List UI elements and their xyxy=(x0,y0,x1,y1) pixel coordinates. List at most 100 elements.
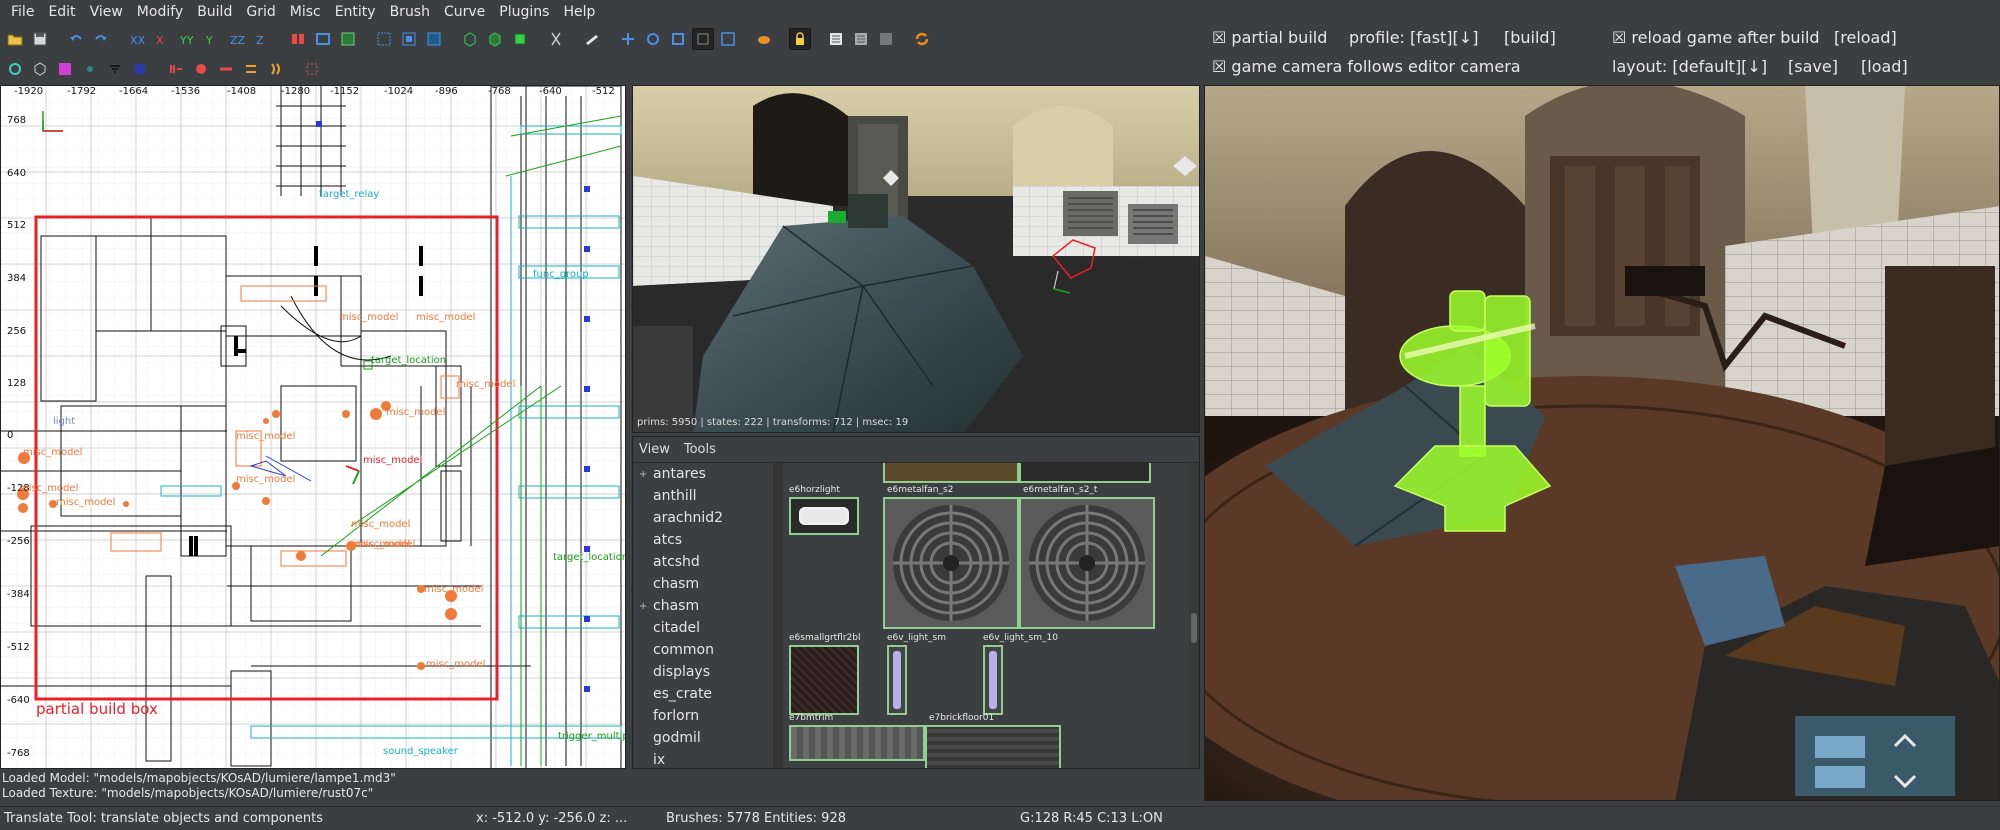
texture-lock-button[interactable] xyxy=(789,28,811,50)
texture-thumb-e7bmtrim[interactable] xyxy=(789,725,925,761)
tree-item[interactable]: common xyxy=(633,639,773,661)
texture-thumb-e6smallgrtflr2bl[interactable] xyxy=(789,645,859,715)
scrollbar-thumb[interactable] xyxy=(1191,613,1197,643)
flip-z-button[interactable]: ZZ xyxy=(226,28,248,50)
tree-item[interactable]: forlorn xyxy=(633,705,773,727)
tree-item[interactable]: godmil xyxy=(633,727,773,749)
menu-entity[interactable]: Entity xyxy=(328,4,383,20)
tree-item[interactable]: ix xyxy=(633,749,773,768)
expander-icon[interactable]: + xyxy=(639,601,647,612)
texture-thumb-e6v_light_sm_10[interactable] xyxy=(983,645,1003,715)
clipper-button[interactable] xyxy=(545,28,567,50)
menu-curve[interactable]: Curve xyxy=(437,4,492,20)
shader-button[interactable] xyxy=(54,58,76,80)
load-layout-button[interactable]: [load] xyxy=(1861,57,1908,76)
rotate-button[interactable] xyxy=(642,28,664,50)
scale-button[interactable] xyxy=(667,28,689,50)
select-inside-button[interactable] xyxy=(398,28,420,50)
save-layout-button[interactable]: [save] xyxy=(1788,57,1838,76)
texture-thumb-e6metalfan_s2_t[interactable] xyxy=(1019,497,1155,629)
brush-5-button[interactable] xyxy=(509,28,531,50)
curve-1-button[interactable] xyxy=(165,58,187,80)
texture-thumb-e6metalfan_s2[interactable] xyxy=(883,497,1019,629)
curve-3-button[interactable] xyxy=(215,58,237,80)
menu-build[interactable]: Build xyxy=(190,4,239,20)
select-button[interactable] xyxy=(373,28,395,50)
cubic-clip-button[interactable] xyxy=(79,58,101,80)
rotate-z-button[interactable]: Z xyxy=(251,28,273,50)
layout-dropdown[interactable]: layout: [default][↓] xyxy=(1612,57,1767,76)
translate-button[interactable] xyxy=(617,28,639,50)
texture-view-button[interactable] xyxy=(825,28,847,50)
hollow-button[interactable] xyxy=(337,28,359,50)
resize-button[interactable] xyxy=(692,28,714,50)
texture-thumb-e6horzlight[interactable] xyxy=(789,497,859,535)
tree-item[interactable]: es_crate xyxy=(633,683,773,705)
brush-4-button[interactable] xyxy=(484,28,506,50)
reload-game-checkbox[interactable]: ☒ reload game after build xyxy=(1612,28,1820,47)
bend-button[interactable] xyxy=(301,58,323,80)
curve-5-button[interactable] xyxy=(265,58,287,80)
build-button[interactable]: [build] xyxy=(1504,28,1556,47)
menu-plugins[interactable]: Plugins xyxy=(492,4,556,20)
tree-item[interactable]: + antares xyxy=(633,463,773,485)
flip-y-button[interactable]: YY xyxy=(176,28,198,50)
region-button[interactable] xyxy=(129,58,151,80)
tree-item[interactable]: + chasm xyxy=(633,595,773,617)
browser-menu-tools[interactable]: Tools xyxy=(684,442,716,457)
menu-file[interactable]: File xyxy=(4,4,41,20)
tree-item[interactable]: atcshd xyxy=(633,551,773,573)
game-view[interactable] xyxy=(1204,85,2000,801)
undo-button[interactable] xyxy=(65,28,87,50)
menu-brush[interactable]: Brush xyxy=(383,4,437,20)
menu-view[interactable]: View xyxy=(83,4,130,20)
menu-help[interactable]: Help xyxy=(556,4,602,20)
csg-subtract-button[interactable] xyxy=(287,28,309,50)
hexagon-button[interactable] xyxy=(29,58,51,80)
texture-thumb-e7brickfloor01[interactable] xyxy=(925,725,1061,768)
menu-grid[interactable]: Grid xyxy=(239,4,282,20)
tree-item[interactable]: chasm xyxy=(633,573,773,595)
csg-merge-button[interactable] xyxy=(312,28,334,50)
select-touching-button[interactable] xyxy=(423,28,445,50)
save-button[interactable] xyxy=(29,28,51,50)
open-button[interactable] xyxy=(4,28,26,50)
curve-2-button[interactable] xyxy=(190,58,212,80)
menu-edit[interactable]: Edit xyxy=(41,4,82,20)
texture-thumb[interactable] xyxy=(883,463,1019,483)
brush-3-button[interactable] xyxy=(459,28,481,50)
filter-button[interactable] xyxy=(104,58,126,80)
profile-dropdown[interactable]: profile: [fast][↓] xyxy=(1349,28,1478,47)
redo-button[interactable] xyxy=(90,28,112,50)
rotate-x-button[interactable]: X xyxy=(151,28,173,50)
menu-modify[interactable]: Modify xyxy=(130,4,190,20)
rotate-y-button[interactable]: Y xyxy=(201,28,223,50)
partial-build-checkbox[interactable]: ☒ partial build xyxy=(1212,28,1327,47)
console-view-button[interactable] xyxy=(875,28,897,50)
curve-4-button[interactable] xyxy=(240,58,262,80)
camera-button[interactable] xyxy=(581,28,603,50)
texture-thumb[interactable] xyxy=(1019,463,1151,483)
patch-button[interactable] xyxy=(753,28,775,50)
tree-item[interactable]: displays xyxy=(633,661,773,683)
tree-item[interactable]: atcs xyxy=(633,529,773,551)
editor-camera-view[interactable]: prims: 5950 | states: 222 | transforms: … xyxy=(632,85,1200,433)
tree-scrollbar[interactable] xyxy=(773,463,783,768)
cycle-button[interactable] xyxy=(4,58,26,80)
entity-view-button[interactable] xyxy=(850,28,872,50)
reload-button[interactable]: [reload] xyxy=(1834,28,1897,47)
camera-follows-checkbox[interactable]: ☒ game camera follows editor camera xyxy=(1212,57,1521,76)
browser-menu-view[interactable]: View xyxy=(639,442,670,457)
tree-item[interactable]: arachnid2 xyxy=(633,507,773,529)
ruler-y-label: 256 xyxy=(7,326,27,337)
menu-misc[interactable]: Misc xyxy=(283,4,328,20)
tree-item[interactable]: anthill xyxy=(633,485,773,507)
ortho-view[interactable]: -1920 -1792 -1664 -1536 -1408 -1280 -115… xyxy=(0,85,626,769)
refresh-button[interactable] xyxy=(911,28,933,50)
texture-thumb-e6v_light_sm[interactable] xyxy=(887,645,907,715)
tree-item[interactable]: citadel xyxy=(633,617,773,639)
flip-x-button[interactable]: XX xyxy=(126,28,148,50)
transform-button[interactable] xyxy=(717,28,739,50)
expander-icon[interactable]: + xyxy=(639,469,647,480)
texture-grid-scrollbar[interactable] xyxy=(1189,463,1199,768)
